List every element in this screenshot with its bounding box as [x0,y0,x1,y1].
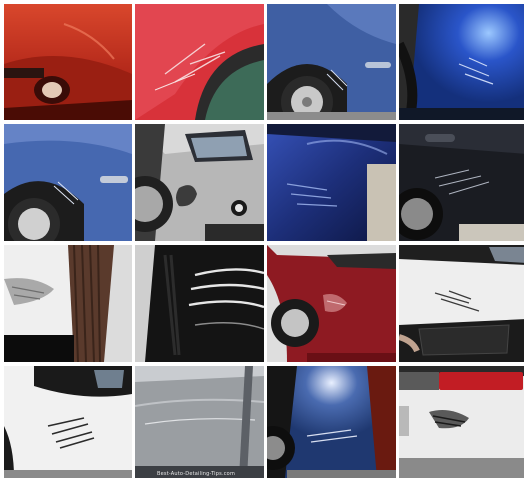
photo-blue-wheel-arch [4,124,132,241]
photo-silver-door-scratch: Best-Auto-Detailing-Tips.com [135,366,264,478]
watermark-text: Best-Auto-Detailing-Tips.com [157,471,236,477]
photo-white-front-scratches [4,366,132,478]
photo-white-bumper-tire [4,245,132,362]
photo-red-front-bumper [4,4,132,120]
photo-black-glossy-bumper [135,245,264,362]
photo-dark-red-bumper [267,245,396,362]
photo-blue-rear-wheel [267,4,396,120]
photo-bright-blue-bumper [399,4,524,120]
photo-silver-front-scuff [135,124,264,241]
photo-blue-rear-bumper [267,366,396,478]
photo-black-door-scratches [399,124,524,241]
image-grid: Best-Auto-Detailing-Tips.com [0,0,524,480]
photo-dark-blue-bumper [267,124,396,241]
photo-white-bumper-scratches [399,245,524,362]
photo-white-rear-bumper [399,366,524,478]
photo-red-quarter-panel [135,4,264,120]
